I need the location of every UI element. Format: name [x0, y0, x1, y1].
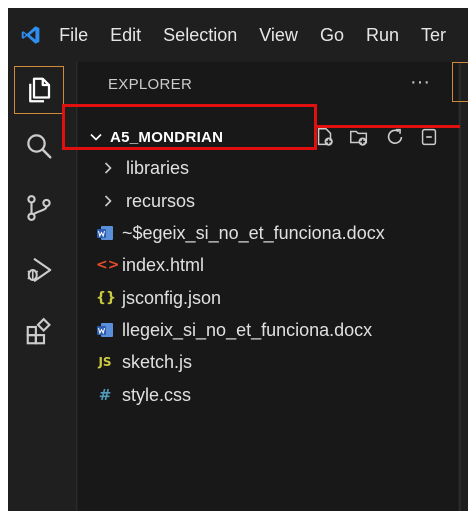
active-indicator — [14, 66, 64, 114]
explorer-header: EXPLORER ··· — [78, 62, 458, 106]
activity-extensions[interactable] — [8, 304, 70, 360]
json-icon: {} — [96, 290, 116, 306]
activity-bar — [8, 62, 70, 511]
activity-search[interactable] — [8, 118, 70, 174]
menu-file[interactable]: File — [59, 25, 88, 46]
tree-folder-recursos[interactable]: recursos — [78, 185, 458, 217]
collapse-all-icon[interactable] — [418, 126, 440, 148]
tree-file-llegeix-docx[interactable]: llegeix_si_no_et_funciona.docx — [78, 314, 458, 346]
refresh-icon[interactable] — [384, 126, 406, 148]
run-debug-icon — [27, 257, 52, 283]
activity-explorer[interactable] — [8, 62, 70, 118]
more-actions-icon[interactable]: ··· — [410, 72, 430, 92]
chevron-right-icon — [104, 162, 112, 174]
menu-bar: File Edit Selection View Go Run Ter — [8, 8, 468, 62]
extensions-icon — [26, 317, 51, 345]
source-control-icon — [27, 195, 51, 221]
tree-item-label: jsconfig.json — [122, 287, 222, 308]
menu-selection[interactable]: Selection — [163, 25, 237, 46]
chevron-right-icon — [104, 195, 112, 207]
activity-source-control[interactable] — [8, 180, 70, 236]
highlight-pointer-line — [317, 125, 460, 128]
word-icon — [97, 323, 113, 337]
word-icon — [97, 226, 113, 240]
tree-file-index-html[interactable]: <> index.html — [78, 249, 458, 281]
tree-item-label: llegeix_si_no_et_funciona.docx — [122, 319, 373, 340]
new-file-icon[interactable] — [314, 126, 336, 148]
menu-run[interactable]: Run — [366, 25, 399, 46]
menu-edit[interactable]: Edit — [110, 25, 141, 46]
explorer-title: EXPLORER — [108, 75, 193, 93]
editor-panel-edge — [452, 62, 468, 102]
tree-folder-libraries[interactable]: libraries — [78, 152, 458, 184]
tree-file-temp-docx[interactable]: ~$egeix_si_no_et_funciona.docx — [78, 217, 458, 249]
activity-run-debug[interactable] — [8, 242, 70, 298]
tree-item-label: recursos — [126, 190, 196, 211]
js-icon: JS — [98, 355, 112, 369]
tree-file-sketch-js[interactable]: JS sketch.js — [78, 346, 458, 378]
tree-item-label: style.css — [122, 384, 192, 405]
css-icon: # — [98, 386, 112, 404]
search-icon — [27, 134, 52, 159]
highlight-box — [62, 104, 317, 150]
tree-item-label: index.html — [122, 254, 205, 275]
vscode-window: File Edit Selection View Go Run Ter EXPL… — [8, 8, 468, 511]
menu-terminal[interactable]: Ter — [421, 25, 446, 46]
tree-file-jsconfig[interactable]: {} jsconfig.json — [78, 282, 458, 314]
tree-item-label: ~$egeix_si_no_et_funciona.docx — [122, 222, 385, 243]
vscode-logo-icon[interactable] — [20, 21, 41, 49]
sidebar-right-edge — [459, 62, 461, 511]
html-icon: <> — [96, 257, 120, 273]
menu-view[interactable]: View — [259, 25, 298, 46]
new-folder-icon[interactable] — [348, 126, 370, 148]
tree-item-label: sketch.js — [122, 351, 193, 372]
tree-item-label: libraries — [126, 157, 190, 178]
menu-go[interactable]: Go — [320, 25, 344, 46]
tree-file-style-css[interactable]: # style.css — [78, 379, 458, 411]
